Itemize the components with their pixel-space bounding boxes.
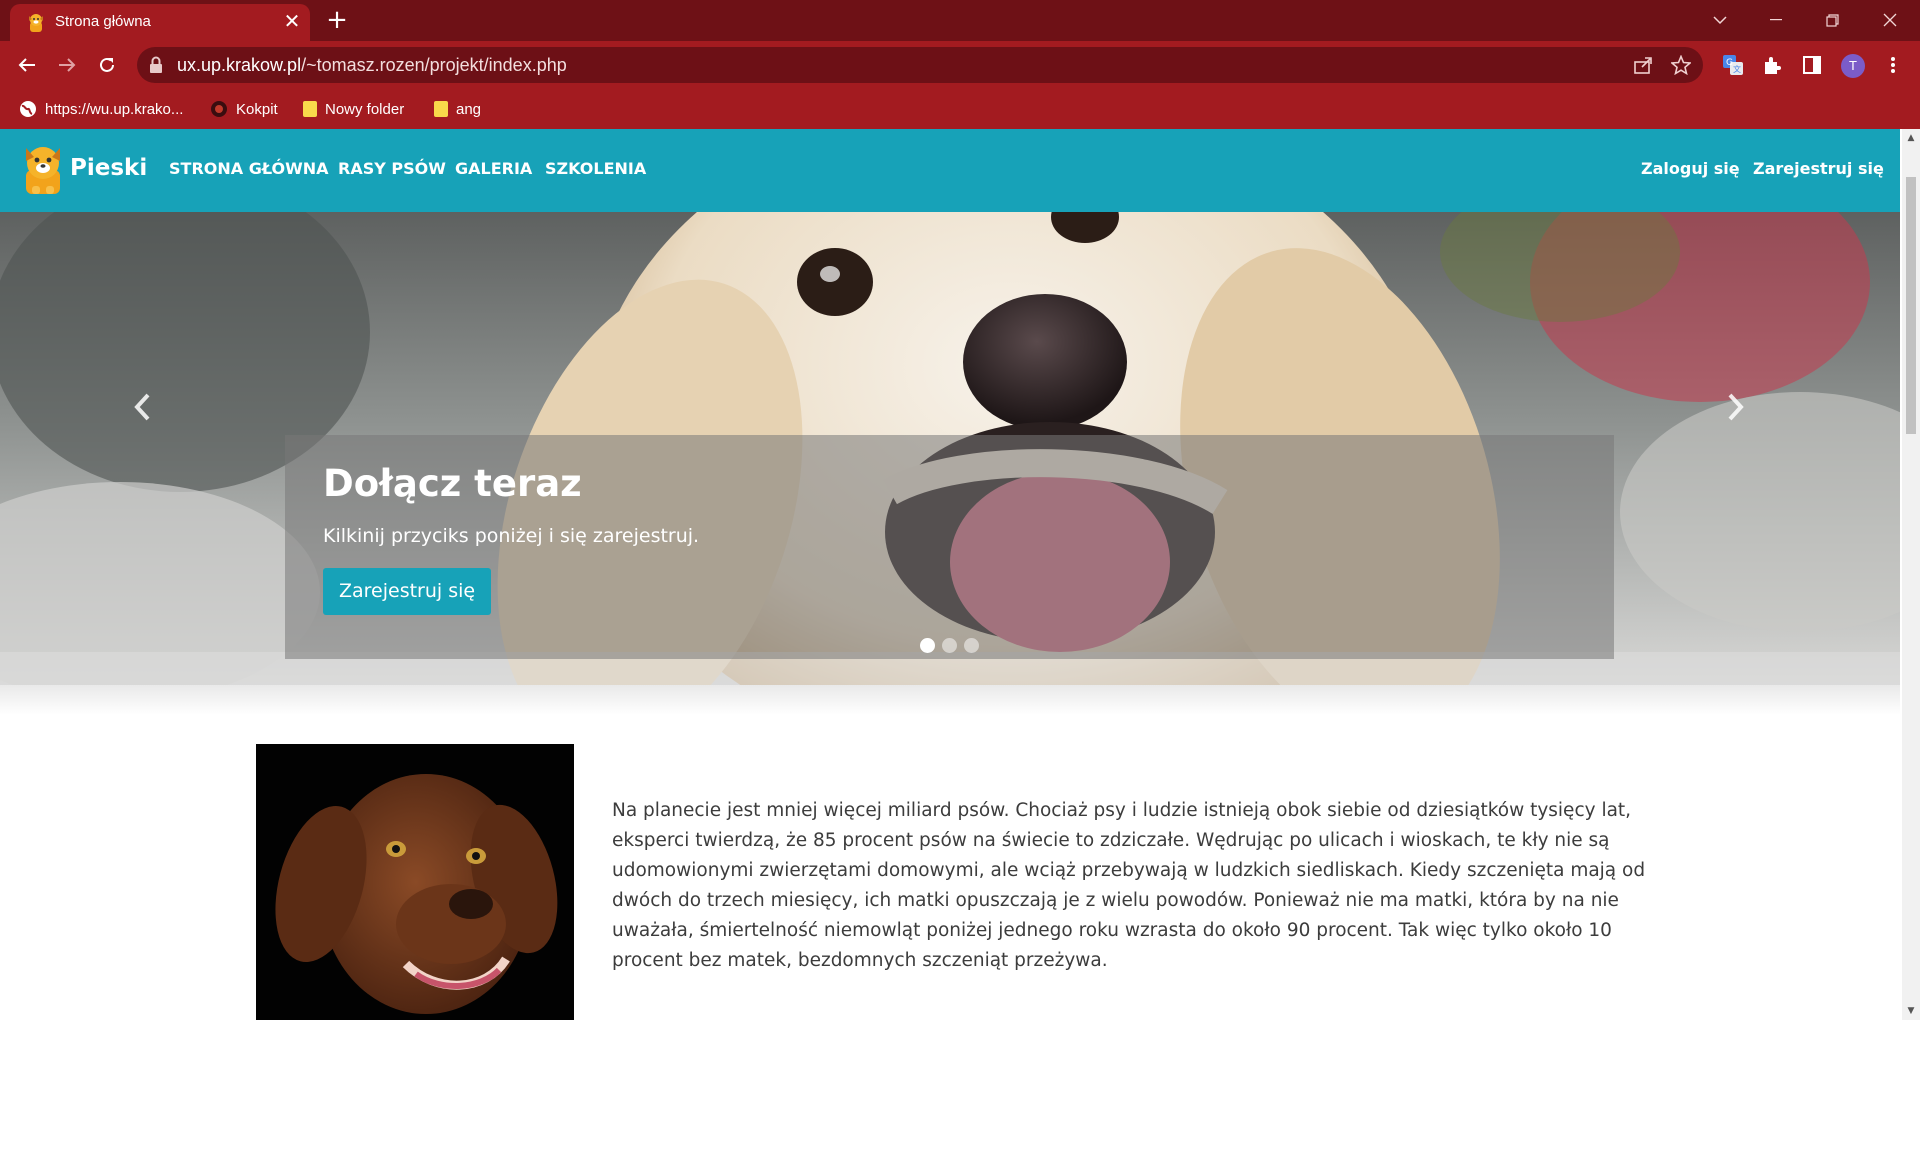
nav-link-home[interactable]: STRONA GŁÓWNA: [169, 159, 329, 178]
extensions-icon[interactable]: [1759, 52, 1785, 78]
nav-link-register[interactable]: Zarejestruj się: [1753, 159, 1884, 178]
folder-icon: [303, 101, 317, 117]
url-host: ux.up.krakow.pl: [177, 55, 302, 75]
tab-strip: Strona główna ✕ +: [0, 0, 1920, 41]
hero-carousel: Dołącz teraz Kilkinij przyciks poniżej i…: [0, 212, 1900, 685]
register-button[interactable]: Zarejestruj się: [323, 568, 492, 615]
reload-icon[interactable]: [91, 49, 123, 81]
bookmark-ang[interactable]: ang: [434, 97, 481, 121]
browser-tab[interactable]: Strona główna ✕: [10, 4, 310, 41]
brand-logo-link[interactable]: Pieski: [20, 142, 147, 194]
carousel-indicator[interactable]: [964, 638, 979, 653]
nav-link-breeds[interactable]: RASY PSÓW: [338, 159, 446, 178]
content-section: Na planecie jest mniej więcej miliard ps…: [0, 685, 1900, 1020]
bookmarks-bar: https://wu.up.krako... Kokpit Nowy folde…: [0, 89, 1920, 129]
caption-title: Dołącz teraz: [323, 462, 582, 505]
brown-dog-photo: [256, 744, 574, 1020]
carousel-prev-icon[interactable]: [122, 382, 162, 432]
bookmark-label: https://wu.up.krako...: [45, 100, 184, 118]
share-icon[interactable]: [1632, 54, 1654, 76]
carousel-caption: Dołącz teraz Kilkinij przyciks poniżej i…: [285, 435, 1614, 659]
carousel-indicators: [920, 638, 979, 653]
scroll-thumb[interactable]: [1906, 177, 1916, 434]
tab-title: Strona główna: [55, 13, 151, 30]
scroll-down-icon[interactable]: ▼: [1906, 1006, 1916, 1016]
close-window-icon[interactable]: [1862, 0, 1918, 40]
nav-link-training[interactable]: SZKOLENIA: [545, 159, 646, 178]
page-viewport: Pieski STRONA GŁÓWNA RASY PSÓW GALERIA S…: [0, 129, 1920, 1020]
carousel-indicator[interactable]: [920, 638, 935, 653]
address-bar[interactable]: ux.up.krakow.pl/~tomasz.rozen/projekt/in…: [137, 47, 1703, 83]
bookmark-site-icon: [211, 101, 227, 117]
restore-icon[interactable]: [1804, 0, 1860, 40]
section-divider-shadow: [0, 685, 1900, 715]
bookmark-wu[interactable]: https://wu.up.krako...: [19, 97, 183, 121]
new-tab-button[interactable]: +: [322, 6, 352, 36]
side-panel-icon[interactable]: [1799, 52, 1825, 78]
intro-paragraph: Na planecie jest mniej więcej miliard ps…: [612, 800, 1646, 971]
bookmark-label: ang: [456, 100, 482, 118]
bookmark-kokpit[interactable]: Kokpit: [210, 97, 278, 121]
nav-link-gallery[interactable]: GALERIA: [455, 159, 532, 178]
bookmark-nowy-folder[interactable]: Nowy folder: [303, 97, 404, 121]
globe-icon: [20, 101, 36, 117]
lock-icon: [150, 56, 162, 73]
dog-logo-icon: [26, 147, 60, 194]
profile-avatar[interactable]: T: [1841, 54, 1865, 78]
bookmark-label: Nowy folder: [325, 100, 405, 118]
browser-toolbar: ux.up.krakow.pl/~tomasz.rozen/projekt/in…: [0, 41, 1920, 89]
carousel-indicator[interactable]: [942, 638, 957, 653]
brand-name: Pieski: [70, 155, 148, 181]
back-icon[interactable]: [11, 49, 43, 81]
bookmark-label: Kokpit: [236, 100, 278, 118]
caption-text: Kilkinij przyciks poniżej i się zarejest…: [323, 525, 700, 547]
minimize-icon[interactable]: [1748, 0, 1804, 40]
translate-icon[interactable]: G文: [1720, 52, 1746, 78]
folder-icon: [434, 101, 448, 117]
svg-text:文: 文: [1733, 64, 1741, 74]
site-navbar: Pieski STRONA GŁÓWNA RASY PSÓW GALERIA S…: [0, 129, 1900, 212]
page-scrollbar[interactable]: ▲ ▼: [1902, 129, 1920, 1020]
dog-favicon-icon: [29, 14, 43, 32]
tab-search-icon[interactable]: [1692, 0, 1748, 40]
scroll-up-icon[interactable]: ▲: [1906, 133, 1916, 143]
menu-kebab-icon[interactable]: [1880, 52, 1906, 78]
svg-text:G: G: [1726, 58, 1733, 68]
tab-close-icon[interactable]: ✕: [280, 9, 304, 33]
star-icon[interactable]: [1670, 54, 1692, 76]
forward-icon[interactable]: [51, 49, 83, 81]
nav-link-login[interactable]: Zaloguj się: [1641, 159, 1740, 178]
url-path: /~tomasz.rozen/projekt/index.php: [301, 55, 567, 75]
url-text: ux.up.krakow.pl/~tomasz.rozen/projekt/in…: [177, 55, 567, 76]
carousel-next-icon[interactable]: [1716, 382, 1756, 432]
